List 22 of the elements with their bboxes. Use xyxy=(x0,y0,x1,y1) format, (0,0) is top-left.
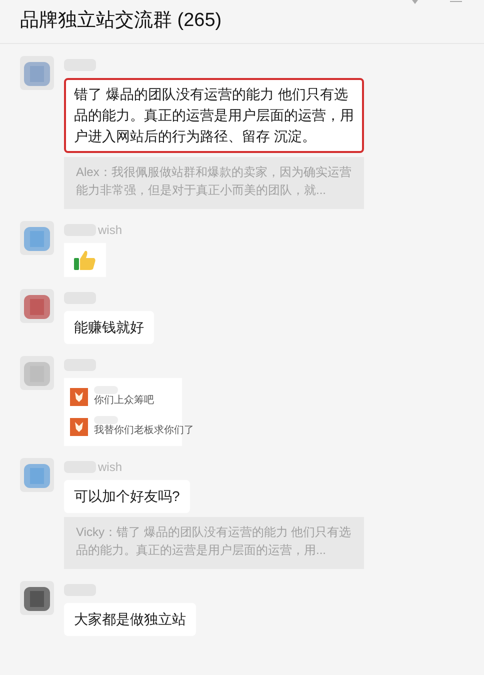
quoted-message: Vicky：错了 爆品的团队没有运营的能力 他们只有选品的能力。真正的运营是用户层面的运营，用... xyxy=(64,517,364,569)
minimize-icon[interactable] xyxy=(450,0,462,5)
fox-icon xyxy=(70,418,88,436)
avatar xyxy=(20,458,54,492)
pin-icon[interactable] xyxy=(410,0,420,5)
sender-name: wish xyxy=(98,222,122,239)
quoted-message: Alex：我很佩服做站群和爆款的卖家，因为确实运营能力非常强，但是对于真正小而美的团队，就... xyxy=(64,157,364,209)
avatar xyxy=(20,56,54,90)
message-bubble: 错了 爆品的团队没有运营的能力 他们只有选品的能力。真正的运营是用户层面的运营，用户进入网站后的行为路径、留存 沉淀。 xyxy=(64,78,364,153)
message-bubble: 大家都是做独立站 xyxy=(64,603,196,636)
forwarded-text: 你们上众筹吧 xyxy=(94,394,154,408)
message-bubble: 能赚钱就好 xyxy=(64,311,154,344)
sender-name: wish xyxy=(98,459,122,476)
avatar xyxy=(20,289,54,323)
avatar xyxy=(20,356,54,390)
avatar xyxy=(20,581,54,615)
fox-icon xyxy=(70,388,88,406)
message-bubble: 可以加个好友吗? xyxy=(64,480,190,513)
forwarded-text: 我替你们老板求你们了 xyxy=(94,424,194,438)
thumbs-up-icon xyxy=(73,249,97,271)
avatar xyxy=(20,221,54,255)
window-title: 品牌独立站交流群 (265) xyxy=(20,9,222,34)
